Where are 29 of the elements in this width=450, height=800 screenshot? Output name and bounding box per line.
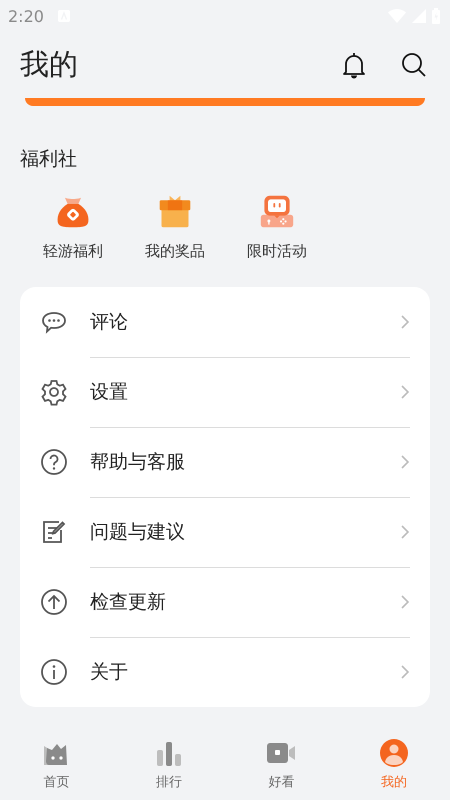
welfare-item[interactable]: 限时活动	[226, 194, 328, 261]
edit-note-icon	[40, 518, 68, 546]
menu-item[interactable]: 检查更新	[40, 567, 410, 637]
page-title: 我的	[20, 46, 79, 83]
nav-tab[interactable]: 首页	[0, 730, 112, 800]
menu-item[interactable]: 帮助与客服	[40, 427, 410, 497]
chevron-icon	[400, 594, 410, 610]
menu-item[interactable]: 设置	[40, 357, 410, 427]
chevron-icon	[400, 454, 410, 470]
menu-item[interactable]: 关于	[40, 637, 410, 707]
nav-tab[interactable]: 排行	[112, 730, 225, 800]
welfare-item[interactable]: 轻游福利	[22, 194, 124, 261]
bell-icon[interactable]	[340, 51, 368, 79]
status-time: 2:20	[8, 6, 44, 26]
menu-item[interactable]: 评论	[40, 287, 410, 357]
search-icon[interactable]	[400, 51, 428, 79]
settings-icon	[40, 378, 68, 406]
help-icon	[40, 448, 68, 476]
chevron-icon	[400, 384, 410, 400]
info-icon	[40, 658, 68, 686]
section-title: 福利社	[20, 147, 78, 172]
chevron-icon	[400, 524, 410, 540]
chevron-icon	[400, 314, 410, 330]
menu-item[interactable]: 问题与建议	[40, 497, 410, 567]
gift-icon	[157, 194, 193, 230]
nav-tab[interactable]: 好看	[225, 730, 338, 800]
game-robot-icon	[259, 194, 295, 230]
welfare-item[interactable]: 我的奖品	[124, 194, 226, 261]
chevron-icon	[400, 664, 410, 680]
